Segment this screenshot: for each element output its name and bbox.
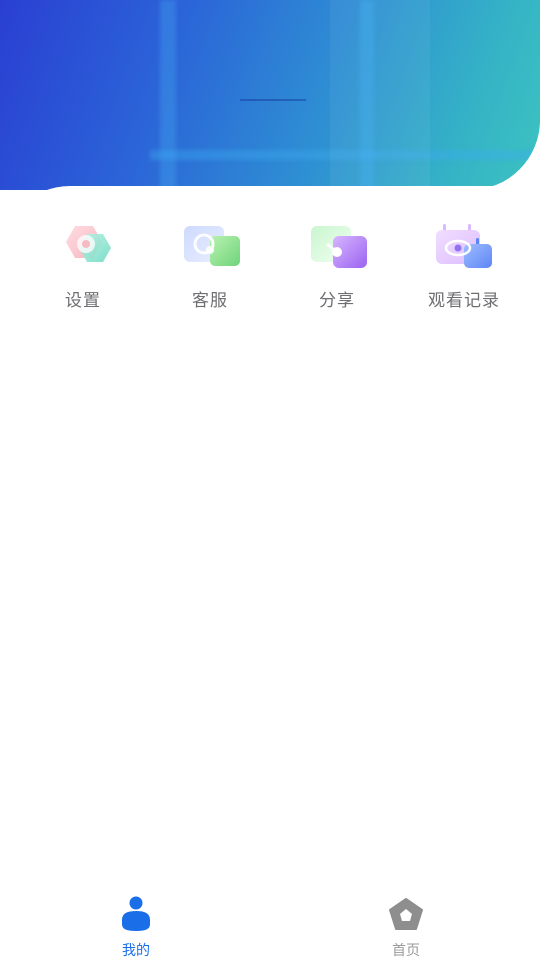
menu-item-settings[interactable]: 设置 bbox=[28, 222, 138, 317]
person-icon bbox=[122, 896, 150, 931]
tab-home[interactable]: 首页 bbox=[346, 896, 466, 959]
menu-item-label: 客服 bbox=[192, 291, 228, 311]
tab-mine[interactable]: 我的 bbox=[76, 896, 196, 959]
settings-icon bbox=[66, 226, 111, 262]
customer-service-icon bbox=[184, 226, 240, 266]
menu-item-watch-history[interactable]: 观看记录 bbox=[409, 222, 519, 317]
menu-item-label: 分享 bbox=[319, 291, 355, 311]
profile-header-banner bbox=[0, 0, 540, 190]
banner-line bbox=[240, 99, 306, 101]
menu-item-customer-service[interactable]: 客服 bbox=[155, 222, 265, 317]
tab-label: 首页 bbox=[392, 943, 420, 959]
feature-menu: 设置 客服 分享 观看记录 bbox=[0, 222, 540, 322]
menu-item-label: 观看记录 bbox=[428, 291, 500, 311]
menu-item-label: 设置 bbox=[65, 291, 101, 311]
watch-history-icon bbox=[436, 224, 492, 268]
share-icon bbox=[311, 226, 367, 268]
menu-item-share[interactable]: 分享 bbox=[282, 222, 392, 317]
bottom-tab-bar: 我的 首页 bbox=[0, 890, 540, 960]
banner-light-panel bbox=[330, 0, 430, 190]
home-pentagon-icon bbox=[389, 898, 423, 930]
tab-label: 我的 bbox=[122, 943, 150, 959]
banner-light-stripe bbox=[160, 0, 176, 190]
